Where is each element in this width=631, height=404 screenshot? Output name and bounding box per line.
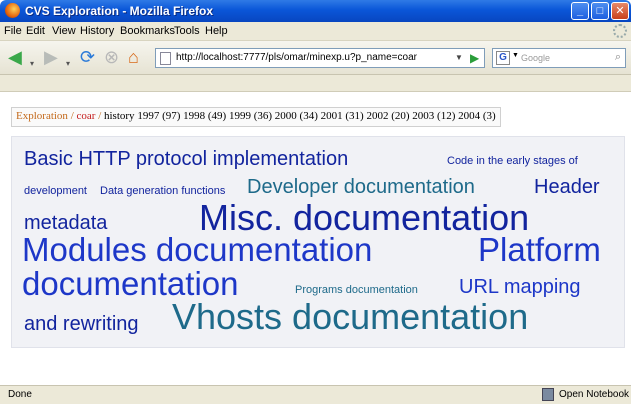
search-engine-dropdown-icon[interactable]: ▼	[512, 52, 519, 59]
menu-file[interactable]: File	[4, 25, 22, 37]
tag-cloud: Basic HTTP protocol implementation Code …	[11, 136, 625, 348]
url-bar[interactable]: http://localhost:7777/pls/omar/minexp.u?…	[155, 48, 485, 68]
back-button[interactable]: ◀	[8, 47, 22, 67]
close-button[interactable]: ✕	[611, 2, 629, 20]
tag-basic-http[interactable]: Basic HTTP protocol implementation	[24, 149, 348, 169]
firefox-icon	[5, 3, 20, 18]
tag-data-generation[interactable]: Data generation functions	[100, 186, 225, 197]
breadcrumb-project-link[interactable]: coar	[77, 110, 96, 122]
status-bar: Done Open Notebook	[0, 385, 631, 404]
window-title: CVS Exploration - Mozilla Firefox	[25, 4, 214, 18]
open-notebook-link[interactable]: Open Notebook	[559, 389, 629, 400]
bookmarks-toolbar	[0, 75, 631, 92]
year-link[interactable]: 1997 (97)	[137, 110, 180, 122]
year-link[interactable]: 2004 (3)	[458, 110, 496, 122]
breadcrumb: Exploration / coar / history 1997 (97) 1…	[11, 107, 501, 127]
year-link[interactable]: 2003 (12)	[412, 110, 455, 122]
throbber-icon	[613, 24, 627, 38]
forward-history-icon[interactable]: ▾	[66, 54, 70, 74]
breadcrumb-separator: /	[70, 110, 74, 122]
menu-help[interactable]: Help	[205, 25, 228, 37]
forward-button[interactable]: ▶	[44, 47, 58, 67]
tag-platform-documentation[interactable]: Platform	[478, 233, 601, 266]
page-icon	[160, 52, 171, 65]
menu-bar: File Edit View History Bookmarks Tools H…	[0, 22, 631, 41]
maximize-button[interactable]: □	[591, 2, 609, 20]
search-engine-icon[interactable]: G	[496, 51, 510, 65]
year-link[interactable]: 1998 (49)	[183, 110, 226, 122]
year-link[interactable]: 2002 (20)	[366, 110, 409, 122]
status-text: Done	[8, 389, 32, 400]
page-content: Exploration / coar / history 1997 (97) 1…	[6, 92, 625, 384]
year-link[interactable]: 2000 (34)	[275, 110, 318, 122]
search-icon[interactable]: ⌕	[615, 51, 621, 64]
tag-vhosts-documentation[interactable]: Vhosts documentation	[172, 299, 528, 335]
menu-view[interactable]: View	[52, 25, 76, 37]
year-link[interactable]: 2001 (31)	[321, 110, 364, 122]
tag-url-mapping-cont[interactable]: and rewriting	[24, 314, 139, 334]
tag-programs-documentation[interactable]: Programs documentation	[295, 285, 418, 296]
menu-tools[interactable]: Tools	[174, 25, 200, 37]
notebook-icon[interactable]	[542, 388, 554, 401]
tag-url-mapping[interactable]: URL mapping	[459, 277, 581, 297]
back-history-icon[interactable]: ▾	[30, 54, 34, 74]
menu-history[interactable]: History	[80, 25, 114, 37]
tag-code-early-stages[interactable]: Code in the early stages of	[447, 156, 578, 167]
url-text[interactable]: http://localhost:7777/pls/omar/minexp.u?…	[176, 52, 417, 63]
stop-button[interactable]: ⊗	[104, 47, 119, 67]
tag-developer-documentation[interactable]: Developer documentation	[247, 177, 475, 197]
tag-header-metadata[interactable]: Header	[534, 177, 600, 197]
tag-code-early-stages-cont[interactable]: development	[24, 186, 87, 197]
year-link[interactable]: 1999 (36)	[229, 110, 272, 122]
reload-button[interactable]: ⟳	[80, 47, 95, 67]
breadcrumb-exploration-link[interactable]: Exploration	[16, 110, 68, 122]
search-box[interactable]: G ▼ Google ⌕	[492, 48, 626, 68]
search-placeholder: Google	[521, 53, 551, 63]
navigation-toolbar: ◀ ▾ ▶ ▾ ⟳ ⊗ ⌂ http://localhost:7777/pls/…	[0, 41, 631, 75]
window-titlebar: CVS Exploration - Mozilla Firefox _ □ ✕	[0, 0, 631, 22]
url-dropdown-icon[interactable]: ▼	[455, 53, 463, 62]
menu-bookmarks[interactable]: Bookmarks	[120, 25, 175, 37]
go-button[interactable]: ▶	[470, 51, 479, 65]
tag-modules-documentation[interactable]: Modules documentation	[22, 233, 372, 266]
history-label: history	[104, 110, 135, 122]
breadcrumb-separator: /	[98, 110, 102, 122]
menu-edit[interactable]: Edit	[26, 25, 45, 37]
home-button[interactable]: ⌂	[128, 47, 139, 67]
minimize-button[interactable]: _	[571, 2, 589, 20]
tag-header-metadata-cont[interactable]: metadata	[24, 213, 107, 233]
